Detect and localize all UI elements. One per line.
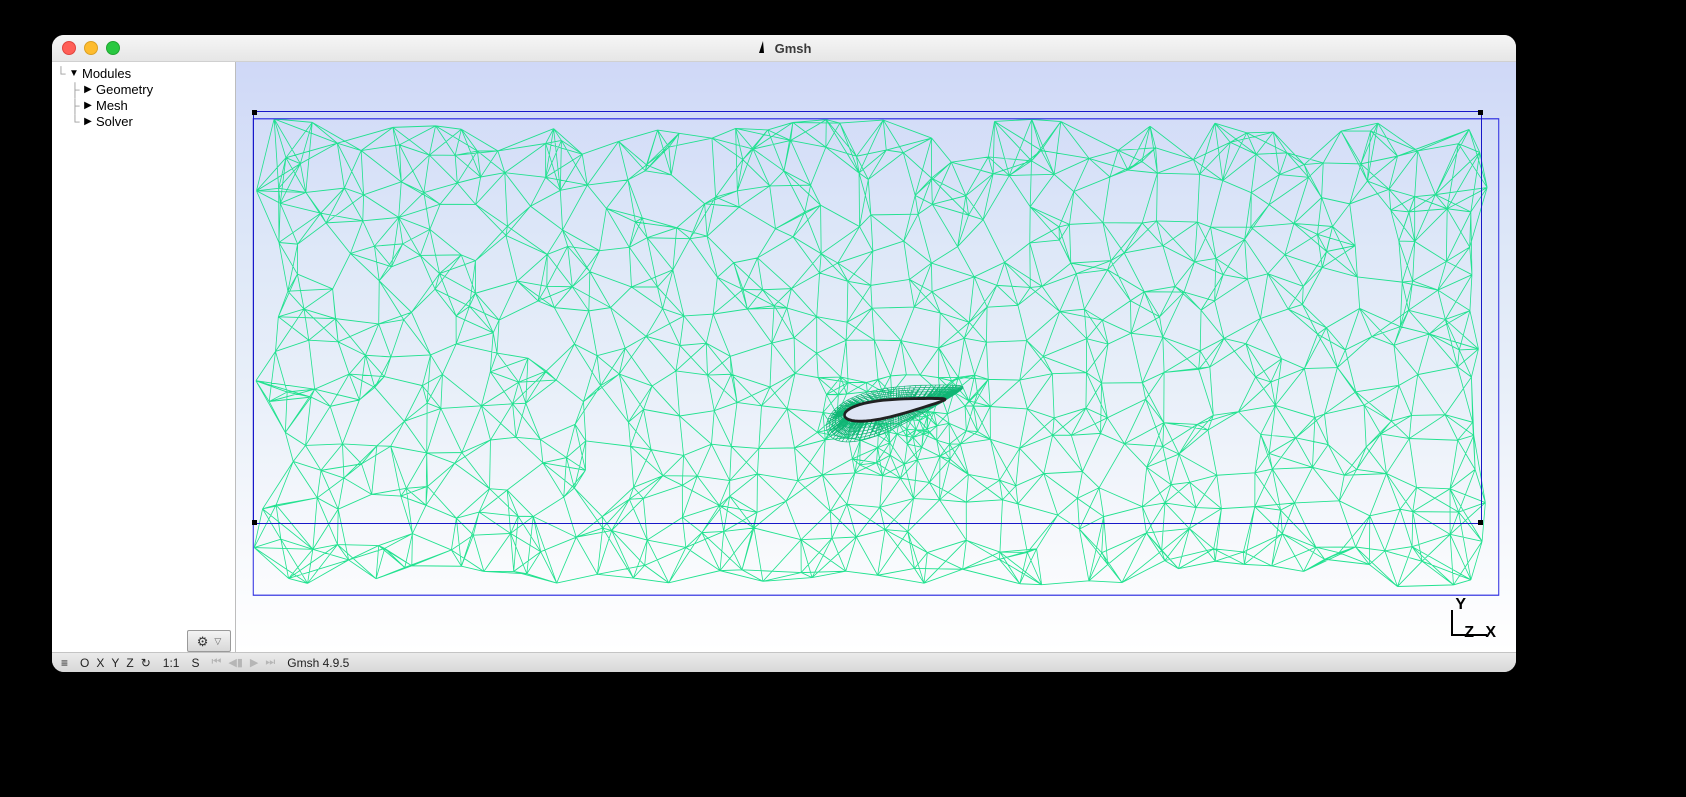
tree-item-geometry[interactable]: ├ Geometry [68,82,233,98]
tree-label: Modules [80,66,131,82]
tree-label: Solver [94,114,133,130]
window-title: Gmsh [757,40,812,57]
caret-down-icon[interactable] [68,66,80,82]
view-z-button[interactable]: Z [123,656,136,670]
view-y-button[interactable]: Y [108,656,122,670]
caret-right-icon[interactable] [82,82,94,98]
tree-root-modules[interactable]: └ Modules [54,66,233,82]
axis-x-label: X [1485,624,1496,642]
domain-boundary [253,111,1482,524]
rewind-button[interactable]: ⏮ [209,656,225,669]
app-logo-icon [757,40,769,57]
tree-item-mesh[interactable]: ├ Mesh [68,98,233,114]
graphics-viewport[interactable]: Y Z X [236,62,1516,652]
reset-scale-button[interactable]: 1:1 [160,656,183,670]
axis-lines-icon [1451,610,1454,636]
select-mode-button[interactable]: S [188,656,202,670]
tree-label: Mesh [94,98,128,114]
view-x-button[interactable]: X [93,656,107,670]
step-back-button[interactable]: ◀▮ [225,656,246,669]
axis-y-label: Y [1455,596,1466,614]
corner-point-icon [252,520,257,525]
version-label: Gmsh 4.9.5 [284,656,352,670]
fast-forward-button[interactable]: ⏭ [262,656,278,669]
titlebar[interactable]: Gmsh [52,35,1516,62]
projection-toggle[interactable]: O [77,656,92,670]
tree-label: Geometry [94,82,153,98]
module-tree-panel: └ Modules ├ Geometry ├ Mesh [52,62,236,652]
close-icon[interactable] [62,41,76,55]
caret-right-icon[interactable] [82,114,94,130]
caret-right-icon[interactable] [82,98,94,114]
tree-branch-icon: ├ [68,82,82,98]
options-button[interactable]: ⚙ ▽ [187,630,231,652]
app-window: Gmsh └ Modules ├ Geometry [52,35,1516,672]
window-title-text: Gmsh [775,41,812,56]
window-controls [62,41,120,55]
zoom-icon[interactable] [106,41,120,55]
tree-elbow-icon: └ [68,114,82,130]
corner-point-icon [1478,110,1483,115]
play-button[interactable]: ▶ [247,656,261,669]
tree-item-solver[interactable]: └ Solver [68,114,233,130]
corner-point-icon [1478,520,1483,525]
axis-z-label: Z [1464,624,1474,642]
corner-point-icon [252,110,257,115]
gear-icon: ⚙ [197,635,209,648]
menu-icon[interactable]: ≡ [58,656,71,670]
minimize-icon[interactable] [84,41,98,55]
status-bar: ≡ O X Y Z ↻ 1:1 S ⏮ ◀▮ ▶ ⏭ Gmsh 4.9.5 [52,652,1516,672]
dropdown-caret-icon: ▽ [214,636,221,647]
tree-branch-icon: ├ [68,98,82,114]
rotate-button[interactable]: ↻ [138,656,154,670]
tree-elbow-icon: └ [54,66,68,82]
